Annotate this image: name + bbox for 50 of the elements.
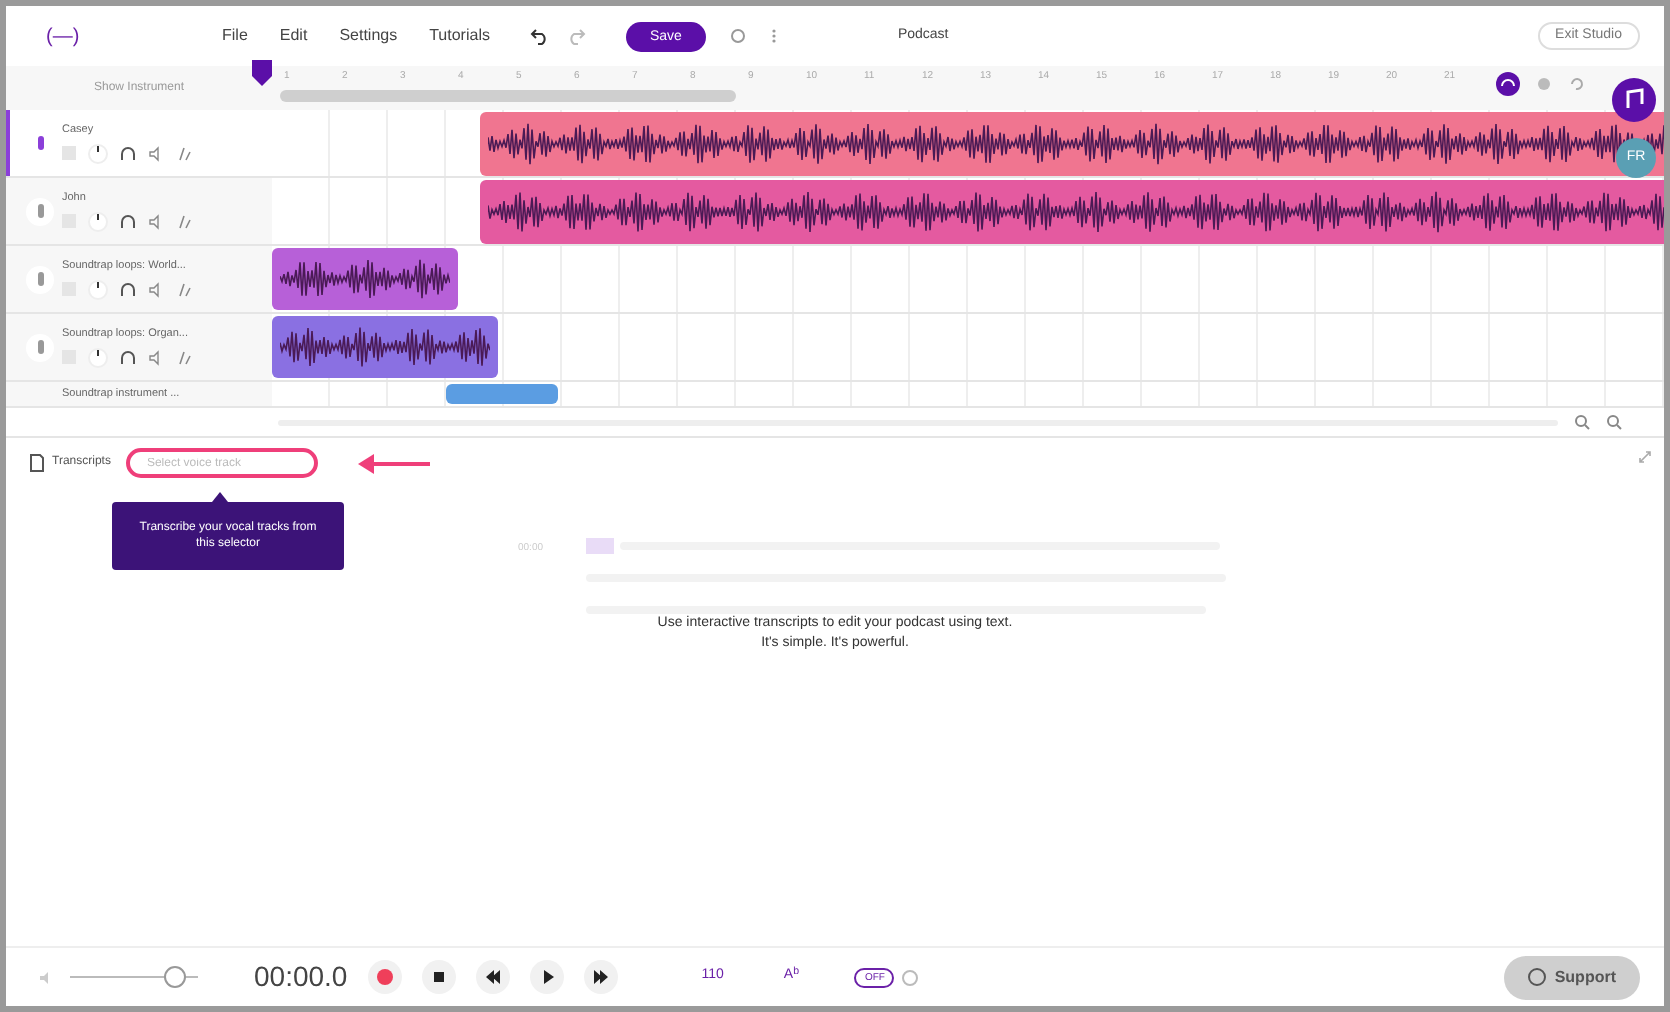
zoom-out-icon[interactable] (1574, 414, 1590, 430)
headphones-icon[interactable] (120, 145, 136, 162)
menu-item[interactable]: Tutorials (429, 24, 490, 48)
effects-icon[interactable] (176, 349, 192, 366)
speaker-icon[interactable] (148, 281, 164, 298)
settings-icon[interactable] (1536, 76, 1552, 92)
microphone-icon[interactable] (26, 333, 54, 361)
help-icon (1528, 968, 1547, 986)
info-icon[interactable] (902, 969, 919, 985)
stop-button[interactable] (421, 960, 456, 994)
volume-knob[interactable] (88, 347, 108, 368)
headphones-icon[interactable] (1496, 72, 1520, 96)
menu-item[interactable]: Settings (339, 24, 398, 48)
speaker-icon[interactable] (148, 349, 164, 366)
effects-icon[interactable] (176, 281, 192, 298)
menu-item[interactable]: Edit (279, 24, 308, 48)
volume-slider-thumb[interactable] (164, 966, 187, 988)
menu-item[interactable]: File (222, 24, 248, 48)
tooltip-pointer (212, 492, 228, 502)
speaker-icon[interactable] (148, 213, 164, 230)
volume-knob[interactable] (88, 279, 108, 300)
loop-icon[interactable] (1568, 76, 1584, 92)
fast-forward-button[interactable] (583, 960, 618, 994)
effects-icon[interactable] (176, 145, 192, 162)
headphones-icon[interactable] (120, 281, 136, 298)
microphone-icon[interactable] (26, 197, 54, 225)
speaker-icon[interactable] (148, 145, 164, 162)
more-icon[interactable] (769, 28, 778, 44)
volume-knob[interactable] (88, 211, 108, 232)
microphone-icon[interactable] (26, 265, 54, 293)
volume-knob[interactable] (88, 143, 108, 164)
expand-icon[interactable] (1638, 450, 1652, 464)
logo[interactable]: (—) (30, 21, 222, 51)
time-display: 00:00.0 (254, 958, 348, 996)
arrow-icon (358, 453, 431, 473)
redo-icon[interactable] (565, 26, 586, 46)
undo-icon[interactable] (529, 26, 550, 46)
support-button[interactable]: Support (1504, 955, 1640, 999)
effects-icon[interactable] (176, 213, 192, 230)
headphones-icon[interactable] (120, 349, 136, 366)
playhead-marker[interactable] (252, 60, 272, 86)
audio-clip[interactable] (446, 384, 558, 404)
document-icon (30, 454, 44, 472)
history-icon[interactable] (729, 28, 746, 44)
record-button[interactable] (367, 960, 402, 994)
rewind-button[interactable] (475, 960, 510, 994)
headphones-icon[interactable] (120, 213, 136, 230)
zoom-in-icon[interactable] (1606, 414, 1622, 430)
music-note-button[interactable] (1612, 78, 1656, 122)
play-button[interactable] (529, 960, 564, 994)
